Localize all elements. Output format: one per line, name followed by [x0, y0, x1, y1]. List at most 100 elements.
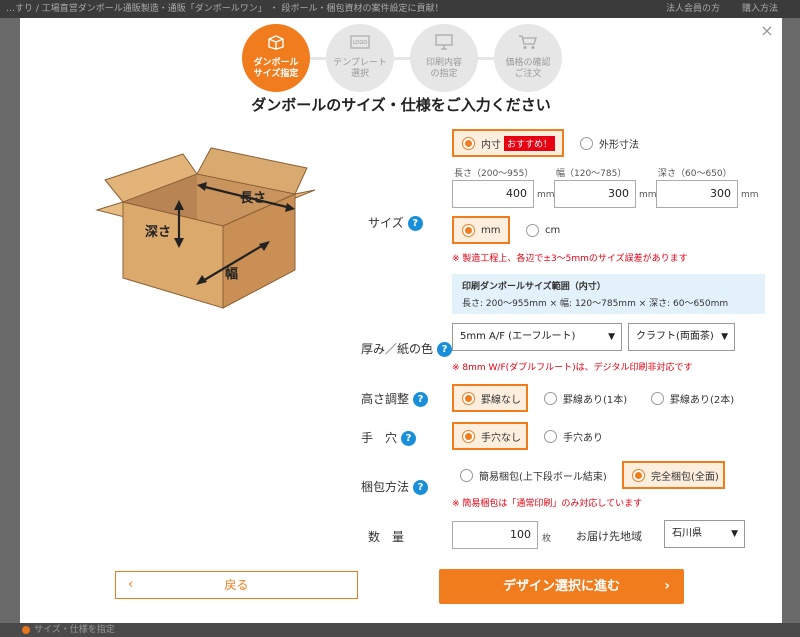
unit-cm-radio[interactable]: cm — [518, 216, 576, 244]
radio-selected-icon — [632, 468, 645, 482]
box-icon — [268, 35, 284, 50]
step-label: の指定 — [430, 69, 458, 79]
hand-hole-none-radio[interactable]: 手穴なし — [452, 422, 528, 450]
packing-label: 梱包方法 — [361, 480, 410, 494]
flute-select[interactable]: 5mm A/F (エーフルート) ▼ — [452, 323, 622, 351]
hand-hole-none-label: 手穴なし — [481, 432, 521, 444]
chevron-down-icon: ▼ — [608, 332, 615, 342]
packing-simple-label: 簡易梱包(上下段ボール結束) — [479, 471, 607, 483]
crease-one-label: 罫線あり(1本) — [563, 394, 628, 406]
thickness-label: 厚み／紙の色 — [361, 342, 434, 356]
crease-two-radio[interactable]: 罫線あり(2本) — [643, 384, 743, 412]
step-label: ご注文 — [514, 69, 542, 79]
recommend-badge: おすすめ！ — [504, 135, 556, 151]
next-button-label: デザイン選択に進む — [502, 579, 620, 594]
background-top-link-howto: 購入方法 — [741, 4, 778, 14]
step-print: 印刷内容 の指定 — [410, 24, 478, 92]
background-bottom-text: サイズ・仕様を指定 — [34, 625, 115, 635]
radio-unselected-icon — [460, 468, 473, 482]
region-select-value: 石川県 — [672, 528, 702, 539]
chevron-down-icon: ▼ — [721, 332, 728, 342]
size-type-inner-radio[interactable]: 内寸 おすすめ！ — [452, 129, 564, 157]
back-button[interactable]: ‹ 戻る — [115, 571, 358, 599]
width-unit: mm — [639, 190, 657, 200]
svg-text:LOGO: LOGO — [353, 40, 367, 46]
help-icon[interactable]: ? — [437, 342, 453, 357]
region-select[interactable]: 石川県 ▼ — [664, 520, 745, 548]
help-icon[interactable]: ? — [413, 392, 429, 407]
step-template: LOGO テンプレート 選択 — [326, 24, 394, 92]
range-text: 長さ: 200～955mm × 幅: 120～785mm × 深さ: 60～65… — [462, 299, 729, 309]
print-size-range-info: 印刷ダンボールサイズ範囲（内寸） 長さ: 200～955mm × 幅: 120～… — [452, 274, 765, 314]
box-illustration: 深さ 長さ 幅 — [95, 147, 315, 309]
packing-note: ※ 簡易梱包は「通常印刷」のみ対応しています — [452, 499, 643, 509]
size-row-label: サイズ? — [368, 214, 423, 231]
background-right — [782, 18, 800, 623]
range-title: 印刷ダンボールサイズ範囲（内寸） — [462, 282, 606, 292]
step-label: 価格の確認 — [505, 58, 551, 68]
chevron-down-icon: ▼ — [731, 529, 738, 539]
unit-cm-label: cm — [545, 224, 561, 236]
chevron-left-icon: ‹ — [128, 577, 134, 592]
depth-unit: mm — [741, 190, 759, 200]
step-label: 選択 — [350, 69, 369, 79]
radio-unselected-icon — [651, 391, 664, 405]
illustration-depth-label: 深さ — [145, 224, 171, 240]
depth-input[interactable]: 300 — [656, 180, 738, 208]
back-button-label: 戻る — [224, 578, 249, 592]
radio-selected-icon — [462, 429, 475, 443]
next-design-button[interactable]: デザイン選択に進む › — [439, 569, 684, 604]
radio-unselected-icon — [580, 136, 593, 150]
size-spec-modal: × ダンボール サイズ指定 LOGO テンプレート 選択 印刷内容 の指定 価格の確認… — [20, 18, 782, 623]
help-icon[interactable]: ? — [407, 216, 423, 231]
length-input[interactable]: 400 — [452, 180, 534, 208]
radio-selected-icon — [462, 223, 475, 237]
quantity-input[interactable]: 100 — [452, 521, 538, 549]
quantity-unit: 枚 — [542, 534, 552, 544]
depth-range-label: 深さ（60～650） — [658, 169, 732, 179]
radio-unselected-icon — [544, 391, 557, 405]
length-range-label: 長さ（200～955） — [454, 169, 534, 179]
flute-select-value: 5mm A/F (エーフルート) — [460, 331, 576, 342]
cart-icon — [519, 35, 537, 49]
packing-simple-radio[interactable]: 簡易梱包(上下段ボール結束) — [452, 461, 617, 489]
background-top-bar: …すり / 工場直営ダンボール通販製造・通販「ダンボールワン」 ・ 段ボール・梱… — [0, 0, 800, 18]
computer-icon — [435, 34, 453, 50]
width-input[interactable]: 300 — [554, 180, 636, 208]
hand-hole-row-label: 手 穴? — [361, 429, 417, 446]
close-icon[interactable]: × — [758, 22, 776, 40]
background-bottom-bar: サイズ・仕様を指定 — [0, 623, 800, 637]
size-type-outer-label: 外形寸法 — [599, 139, 639, 151]
unit-mm-radio[interactable]: mm — [452, 216, 510, 244]
crease-one-radio[interactable]: 罫線あり(1本) — [536, 384, 634, 412]
help-icon[interactable]: ? — [401, 431, 417, 446]
packing-full-label: 完全梱包(全面) — [651, 471, 719, 483]
step-size: ダンボール サイズ指定 — [242, 24, 310, 92]
hand-hole-yes-radio[interactable]: 手穴あり — [536, 422, 612, 450]
packing-full-radio[interactable]: 完全梱包(全面) — [622, 461, 725, 489]
height-adjust-row-label: 高さ調整? — [361, 390, 429, 407]
size-type-outer-radio[interactable]: 外形寸法 — [572, 129, 682, 157]
width-range-label: 幅（120～785） — [556, 169, 627, 179]
radio-selected-icon — [462, 136, 475, 150]
hand-hole-yes-label: 手穴あり — [563, 432, 603, 444]
step-label: ダンボール — [253, 58, 299, 68]
radio-unselected-icon — [544, 429, 557, 443]
length-unit: mm — [537, 190, 555, 200]
paper-color-select-value: クラフト(両面茶) — [636, 331, 714, 342]
background-left — [0, 18, 20, 623]
illustration-length-label: 長さ — [240, 191, 266, 206]
background-top-link-corporate: 法人会員の方 — [665, 4, 720, 14]
crease-none-label: 罫線なし — [481, 394, 521, 406]
help-icon[interactable]: ? — [413, 480, 429, 495]
illustration-width-label: 幅 — [225, 266, 238, 282]
crease-none-radio[interactable]: 罫線なし — [452, 384, 528, 412]
radio-selected-icon — [462, 391, 475, 405]
region-label: お届け先地域 — [576, 530, 642, 543]
background-top-text: …すり / 工場直営ダンボール通販製造・通販「ダンボールワン」 ・ 段ボール・梱… — [6, 4, 444, 14]
step-label: テンプレート — [333, 58, 387, 68]
flute-note: ※ 8mm W/F(ダブルフルート)は、デジタル印刷非対応です — [452, 363, 693, 373]
radio-unselected-icon — [526, 223, 539, 237]
paper-color-select[interactable]: クラフト(両面茶) ▼ — [628, 323, 735, 351]
chevron-right-icon: › — [664, 578, 670, 594]
